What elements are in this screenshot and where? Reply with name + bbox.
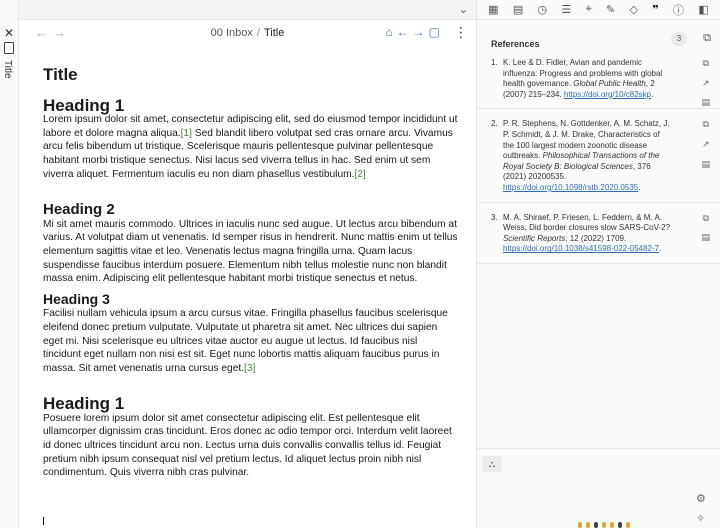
sidebar-bottom-divider xyxy=(477,448,720,449)
editor-header: ← → 00 Inbox / Title ⌂ ← → ▢ ⋮ xyxy=(19,20,476,46)
reference-item[interactable]: 2. P. R. Stephens, N. Gottdenker, A. M. … xyxy=(477,117,720,203)
heading-3: Heading 3 xyxy=(43,290,110,307)
top-strip: ⌄ xyxy=(19,0,476,20)
paragraph: Posuere lorem ipsum dolor sit amet conse… xyxy=(43,412,452,479)
clock-icon[interactable]: ◷ xyxy=(538,3,548,16)
paragraph: Lorem ipsum dolor sit amet, consectetur … xyxy=(43,113,458,181)
reference-item[interactable]: 3. M. A. Shiraef, P. Friesen, L. Feddern… xyxy=(477,211,720,264)
nav-left-icon[interactable]: ← xyxy=(397,25,409,39)
reference-number: 1. xyxy=(491,58,498,67)
heading-1: Heading 1 xyxy=(43,394,125,414)
file-icon[interactable] xyxy=(4,42,14,54)
chevron-down-icon[interactable]: ⌄ xyxy=(459,3,468,16)
copy-icon[interactable]: ⧉ xyxy=(703,58,709,69)
reference-actions: ⧉ ↗ ▤ xyxy=(701,119,710,169)
citation-link[interactable]: [1] xyxy=(181,128,192,139)
gear-icon[interactable]: ⚙ xyxy=(696,492,706,505)
external-link-icon[interactable]: ↗ xyxy=(702,139,710,150)
app-window: ✕ Title ⌄ ← → 00 Inbox / Title ⌂ ← → ▢ ⋮ T… xyxy=(0,0,720,528)
document-icon[interactable]: ▤ xyxy=(701,97,710,108)
text-cursor xyxy=(43,517,44,525)
heading-2: Heading 2 xyxy=(43,201,115,219)
document-icon[interactable]: ▤ xyxy=(701,232,710,243)
references-list: 1. K. Lee & D. Fidler, Avian and pandemi… xyxy=(477,56,720,272)
breadcrumb-folder[interactable]: 00 Inbox xyxy=(211,27,253,39)
quote-icon[interactable]: ❞ xyxy=(652,3,658,16)
header-actions: ⌂ ← → ▢ ⋮ xyxy=(385,25,468,39)
calendar-icon[interactable]: ▦ xyxy=(488,3,498,16)
document-icon[interactable]: ▤ xyxy=(701,159,710,170)
graph-icon[interactable]: ⛬ xyxy=(482,456,502,472)
sidebar-toolbar: ▦ ▤ ◷ ☰ ⌖ ✎ ◇ ❞ ⓘ ◧ xyxy=(477,0,720,20)
tags-icon[interactable]: ◇ xyxy=(630,3,638,16)
archive-icon[interactable]: ▤ xyxy=(513,3,523,16)
breadcrumb-current[interactable]: Title xyxy=(264,27,284,39)
heading-1: Heading 1 xyxy=(43,95,125,115)
reference-actions: ⧉ ↗ ▤ xyxy=(701,58,710,108)
home-icon[interactable]: ⌂ xyxy=(385,25,392,39)
references-header: References 3 ⧉ xyxy=(491,32,715,49)
reference-number: 3. xyxy=(491,212,498,222)
pen-icon[interactable]: ✎ xyxy=(606,3,615,16)
reference-text: K. Lee & D. Fidler, Avian and pandemic i… xyxy=(503,58,663,99)
wand-icon[interactable]: ✧ xyxy=(696,512,705,525)
reference-item[interactable]: 1. K. Lee & D. Fidler, Avian and pandemi… xyxy=(477,56,720,110)
info-icon[interactable]: ⓘ xyxy=(673,2,684,18)
left-rail: ✕ Title xyxy=(0,0,19,528)
copy-icon[interactable]: ⧉ xyxy=(703,32,711,45)
page-title: Title xyxy=(43,65,78,84)
citation-link[interactable]: [3] xyxy=(244,363,255,374)
doi-link[interactable]: https://doi.org/10.1038/s41598-022-05482… xyxy=(503,244,659,253)
paragraph: Mi sit amet mauris commodo. Ultrices in … xyxy=(43,218,458,285)
close-tab-icon[interactable]: ✕ xyxy=(4,26,14,40)
loading-indicator xyxy=(578,522,630,528)
tab-icon[interactable]: ▢ xyxy=(429,25,440,39)
tag-icon[interactable]: ⌖ xyxy=(586,3,592,16)
paragraph: Facilisi nullam vehicula ipsum a arcu cu… xyxy=(43,307,458,375)
vertical-tab-title[interactable]: Title xyxy=(2,60,13,79)
copy-icon[interactable]: ⧉ xyxy=(703,213,709,224)
nav-right-icon[interactable]: → xyxy=(413,25,425,39)
copy-icon[interactable]: ⧉ xyxy=(703,119,709,130)
external-link-icon[interactable]: ↗ xyxy=(702,78,710,89)
breadcrumb-separator: / xyxy=(256,27,260,39)
sidebar-icon[interactable]: ◧ xyxy=(698,3,708,16)
citation-link[interactable]: [2] xyxy=(354,169,365,180)
reference-actions: ⧉ ▤ xyxy=(701,213,710,243)
reference-text: M. A. Shiraef, P. Friesen, L. Feddern, &… xyxy=(503,212,671,254)
references-label: References xyxy=(491,39,540,49)
references-count-badge: 3 xyxy=(671,32,687,46)
reference-text: P. R. Stephens, N. Gottdenker, A. M. Sch… xyxy=(503,119,670,192)
doi-link[interactable]: https://doi.org/10.1098/rstb.2020.0535 xyxy=(503,183,638,192)
list-icon[interactable]: ☰ xyxy=(561,3,571,16)
document-body[interactable]: Title Heading 1 Lorem ipsum dolor sit am… xyxy=(43,64,458,528)
reference-number: 2. xyxy=(491,119,498,129)
more-options-icon[interactable]: ⋮ xyxy=(454,25,468,39)
doi-link[interactable]: https://doi.org/10/c82skp xyxy=(564,90,651,99)
